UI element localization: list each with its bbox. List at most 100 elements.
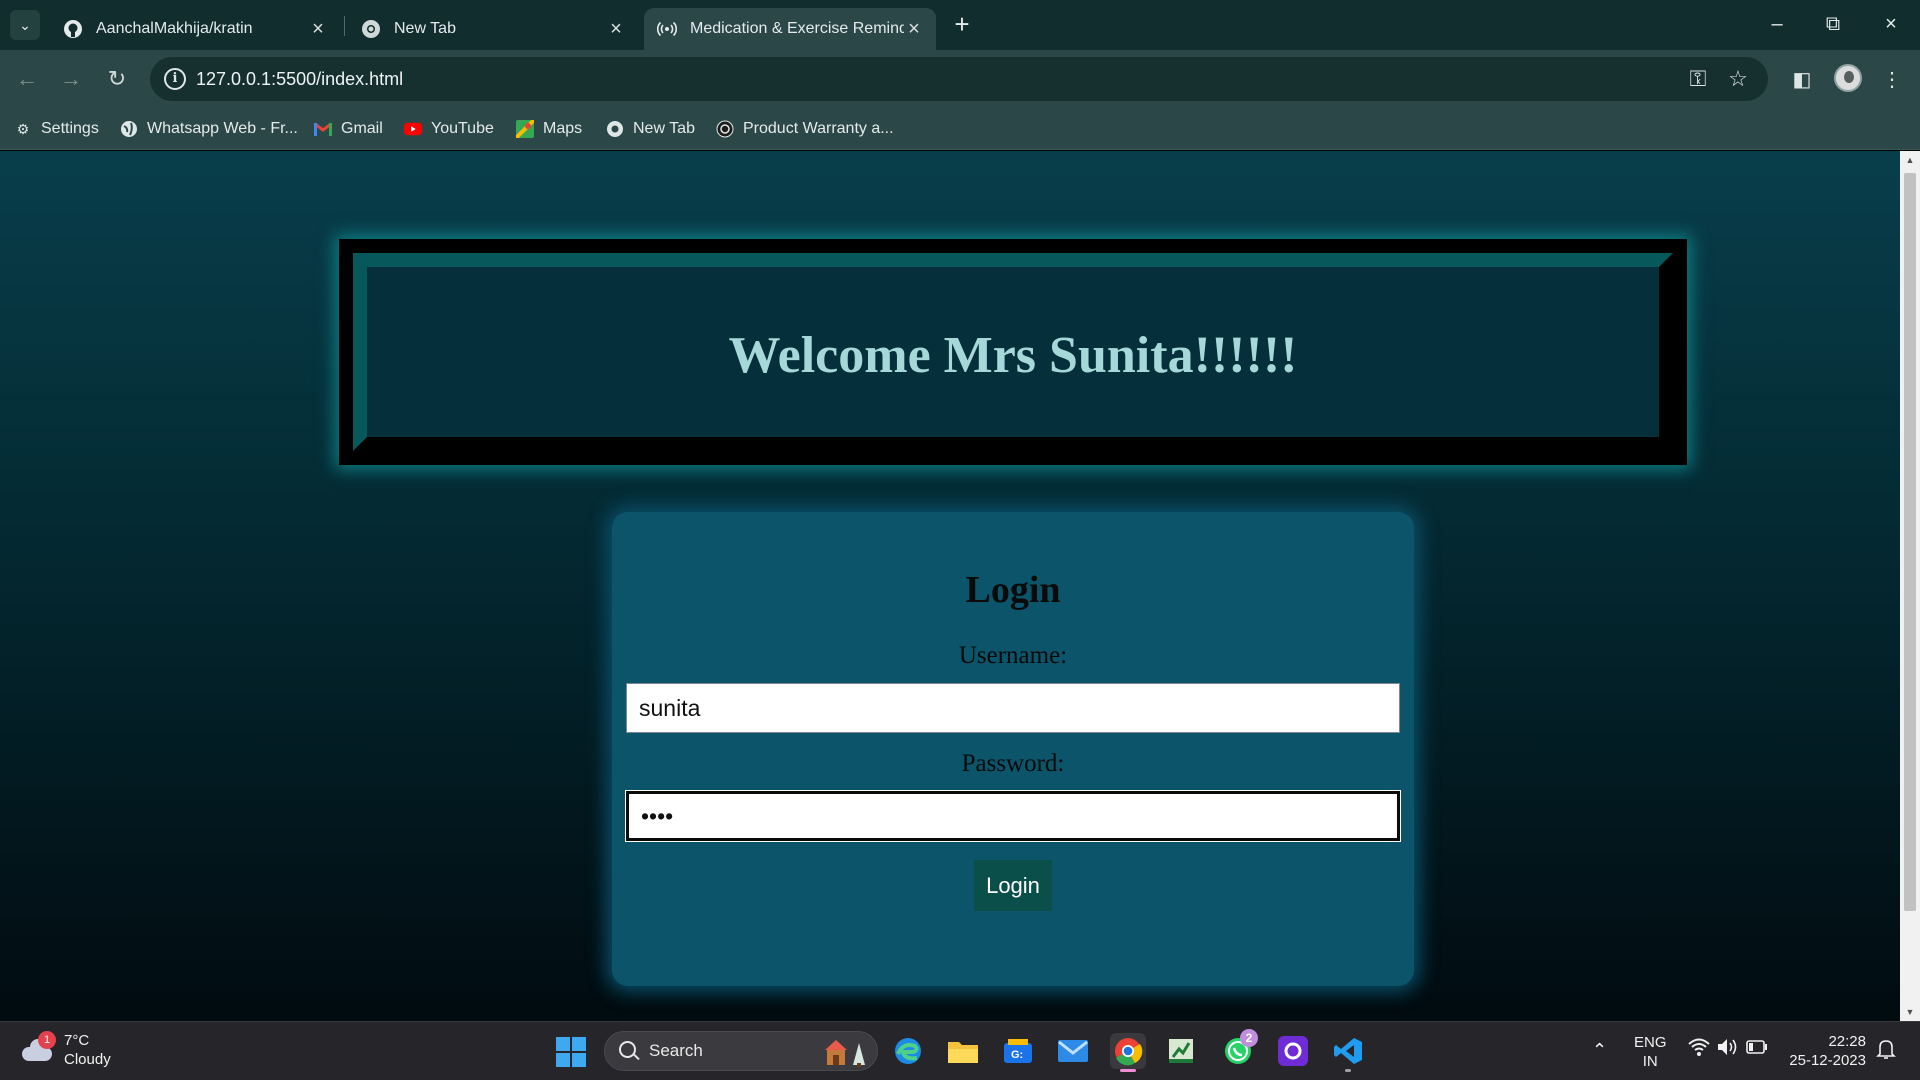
url-text[interactable]: 127.0.0.1:5500/index.html: [196, 69, 403, 90]
system-clock[interactable]: 22:28 25-12-2023: [1786, 1032, 1866, 1070]
weather-condition: Cloudy: [64, 1051, 111, 1068]
clock-time: 22:28: [1828, 1033, 1866, 1050]
key-icon[interactable]: ⚿: [1684, 65, 1712, 93]
bookmark-whatsapp[interactable]: Whatsapp Web - Fr...: [120, 116, 298, 142]
notification-badge: 1: [38, 1031, 56, 1049]
file-explorer-icon[interactable]: [945, 1033, 981, 1069]
edge-icon[interactable]: [890, 1033, 926, 1069]
profile-avatar[interactable]: [1834, 64, 1862, 92]
language-line2: IN: [1642, 1053, 1658, 1070]
chrome-taskbar-icon[interactable]: [1110, 1033, 1146, 1072]
browser-toolbar: ← → ↻ i 127.0.0.1:5500/index.html ⚿ ☆ ◧ …: [0, 50, 1920, 108]
running-indicator: [1345, 1069, 1351, 1072]
login-button[interactable]: Login: [974, 860, 1052, 911]
address-bar[interactable]: i 127.0.0.1:5500/index.html ⚿ ☆: [150, 57, 1768, 101]
star-icon[interactable]: ☆: [1724, 65, 1752, 93]
chrome-icon: [606, 120, 624, 138]
tab-title: Medication & Exercise Reminde: [690, 20, 904, 37]
taskbar-search[interactable]: Search: [604, 1031, 878, 1071]
whatsapp-badge: 2: [1240, 1029, 1258, 1047]
restore-button[interactable]: ⧉: [1810, 8, 1856, 40]
username-input[interactable]: [626, 683, 1400, 733]
volume-icon[interactable]: [1716, 1037, 1738, 1061]
weather-widget[interactable]: 1 7°C Cloudy: [20, 1031, 111, 1069]
language-line1: ENG: [1634, 1034, 1667, 1051]
bookmark-maps[interactable]: Maps: [516, 116, 582, 142]
bookmarks-bar: ⚙ Settings Whatsapp Web - Fr... Gmail Yo…: [0, 108, 1920, 150]
minimize-button[interactable]: –: [1754, 8, 1800, 40]
globe-icon: [120, 120, 138, 138]
close-icon[interactable]: ×: [606, 18, 626, 41]
mail-icon[interactable]: [1055, 1033, 1091, 1069]
login-title: Login: [965, 569, 1061, 611]
reload-button[interactable]: ↻: [102, 64, 132, 94]
github-icon: [62, 18, 84, 40]
welcome-banner: Welcome Mrs Sunita!!!!!!: [339, 239, 1687, 465]
spiral-icon: [716, 120, 734, 138]
welcome-banner-inner: Welcome Mrs Sunita!!!!!!: [353, 253, 1673, 451]
bookmark-youtube[interactable]: YouTube: [404, 116, 494, 142]
wifi-icon[interactable]: [1688, 1037, 1710, 1061]
password-input[interactable]: [625, 790, 1401, 842]
language-indicator[interactable]: ENG IN: [1634, 1033, 1667, 1071]
cloud-icon: 1: [20, 1031, 56, 1063]
whatsapp-icon[interactable]: 2: [1220, 1029, 1258, 1069]
back-button[interactable]: ←: [12, 64, 42, 94]
maps-icon: [516, 120, 534, 138]
bookmark-label: New Tab: [633, 120, 695, 137]
scroll-down-arrow-icon[interactable]: ▼: [1904, 1007, 1916, 1017]
search-icon: [619, 1041, 636, 1058]
page-scrollbar[interactable]: ▲ ▼: [1900, 151, 1920, 1021]
bookmark-label: Maps: [543, 120, 583, 137]
youtube-icon: [404, 120, 422, 138]
menu-kebab-icon[interactable]: ⋮: [1876, 64, 1908, 96]
purple-app-icon[interactable]: [1275, 1033, 1311, 1069]
tab-separator: [344, 16, 345, 36]
battery-icon[interactable]: [1746, 1039, 1768, 1059]
scroll-up-arrow-icon[interactable]: ▲: [1904, 155, 1916, 165]
bookmark-label: Settings: [41, 120, 99, 137]
tab-title: AanchalMakhija/kratin: [96, 20, 253, 37]
close-icon[interactable]: ×: [308, 18, 328, 41]
active-indicator: [1120, 1069, 1136, 1072]
tab-github[interactable]: AanchalMakhija/kratin ×: [50, 8, 340, 50]
gmail-icon: [314, 120, 332, 138]
windows-start-button[interactable]: [556, 1037, 586, 1067]
welcome-heading: Welcome Mrs Sunita!!!!!!: [728, 326, 1298, 384]
chrome-icon: [360, 18, 382, 40]
tab-new-tab[interactable]: New Tab ×: [348, 8, 638, 50]
page-viewport: Welcome Mrs Sunita!!!!!! Login Username:…: [0, 151, 1900, 1021]
scrollbar-thumb[interactable]: [1904, 173, 1916, 911]
clock-date: 25-12-2023: [1789, 1052, 1866, 1069]
login-form: Login Username: Password: Login: [612, 512, 1414, 986]
bookmark-product-warranty[interactable]: Product Warranty a...: [716, 116, 894, 142]
bookmark-label: YouTube: [431, 120, 494, 137]
close-window-button[interactable]: ×: [1868, 8, 1914, 40]
bookmark-label: Product Warranty a...: [743, 120, 894, 137]
tab-medication-reminder[interactable]: Medication & Exercise Reminde ×: [644, 8, 936, 50]
gear-icon: ⚙: [16, 120, 30, 137]
svg-text:G:: G:: [1011, 1049, 1023, 1061]
windows-taskbar: 1 7°C Cloudy Search G: 2 ⌃ ENG IN 22:28 …: [0, 1021, 1920, 1080]
password-label: Password:: [961, 750, 1065, 777]
chevron-down-icon: ⌄: [19, 16, 31, 33]
side-panel-icon[interactable]: ◧: [1786, 64, 1818, 96]
search-label: Search: [649, 1041, 703, 1060]
chevron-up-icon[interactable]: ⌃: [1592, 1040, 1607, 1061]
notification-bell-icon[interactable]: [1876, 1038, 1896, 1064]
tab-title: New Tab: [394, 20, 456, 37]
vscode-icon[interactable]: [1330, 1033, 1366, 1072]
site-info-icon[interactable]: i: [164, 68, 186, 90]
new-tab-button[interactable]: +: [948, 10, 976, 40]
broadcast-icon: [656, 18, 678, 40]
bookmark-settings[interactable]: ⚙ Settings: [14, 116, 99, 142]
google-workspace-icon[interactable]: G:: [1000, 1033, 1036, 1069]
close-icon[interactable]: ×: [904, 18, 924, 41]
weather-temp: 7°C: [64, 1032, 90, 1049]
bookmark-new-tab[interactable]: New Tab: [606, 116, 695, 142]
username-label: Username:: [958, 642, 1068, 669]
bookmark-gmail[interactable]: Gmail: [314, 116, 383, 142]
spreadsheet-app-icon[interactable]: [1163, 1033, 1199, 1069]
tab-search-button[interactable]: ⌄: [10, 10, 40, 40]
forward-button[interactable]: →: [56, 64, 86, 94]
